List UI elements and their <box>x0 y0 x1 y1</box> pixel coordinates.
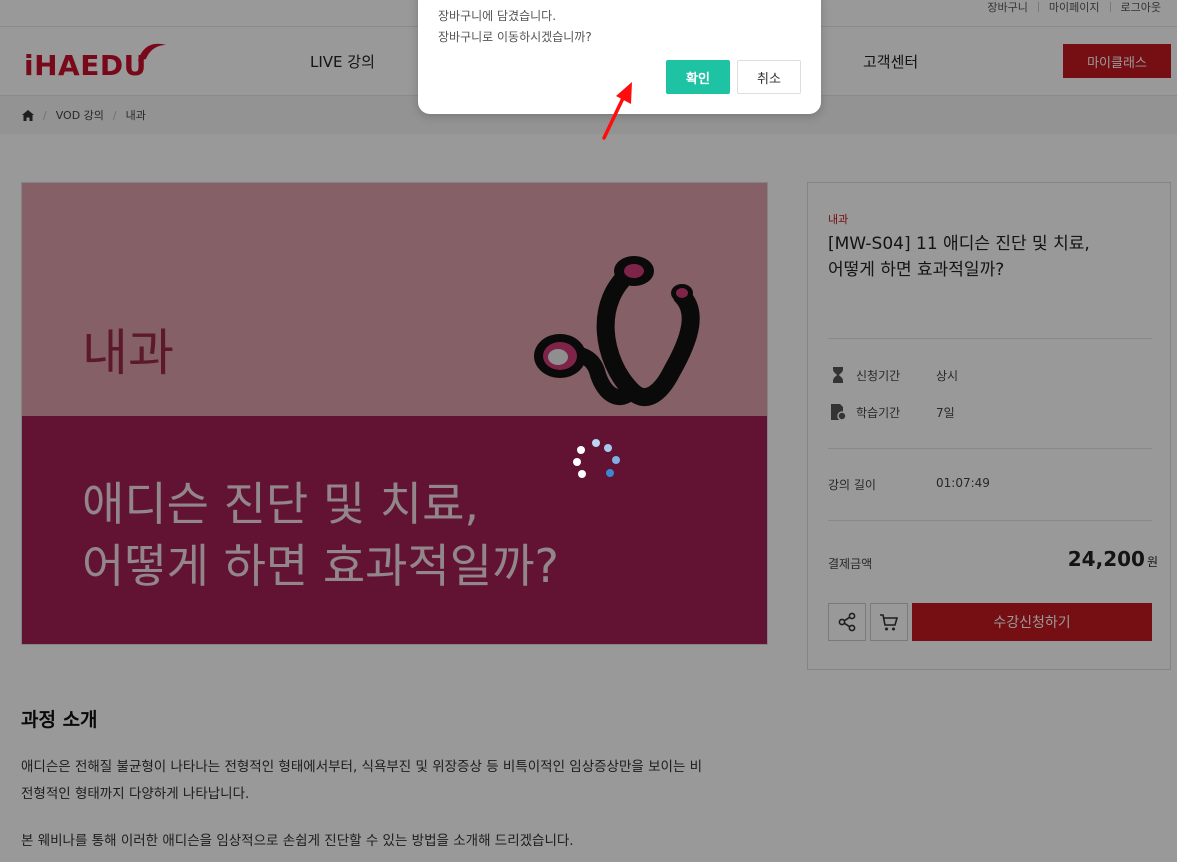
loading-spinner-icon <box>573 439 620 478</box>
confirm-button[interactable]: 확인 <box>666 60 730 94</box>
red-arrow-annotation <box>602 82 632 140</box>
dialog-message-line2: 장바구니로 이동하시겠습니까? <box>438 30 592 44</box>
dialog-message-line1: 장바구니에 담겼습니다. <box>438 9 557 23</box>
modal-overlay[interactable] <box>0 0 1177 862</box>
cancel-button[interactable]: 취소 <box>737 60 801 94</box>
dialog-message: 장바구니에 담겼습니다. 장바구니로 이동하시겠습니까? <box>438 6 592 48</box>
